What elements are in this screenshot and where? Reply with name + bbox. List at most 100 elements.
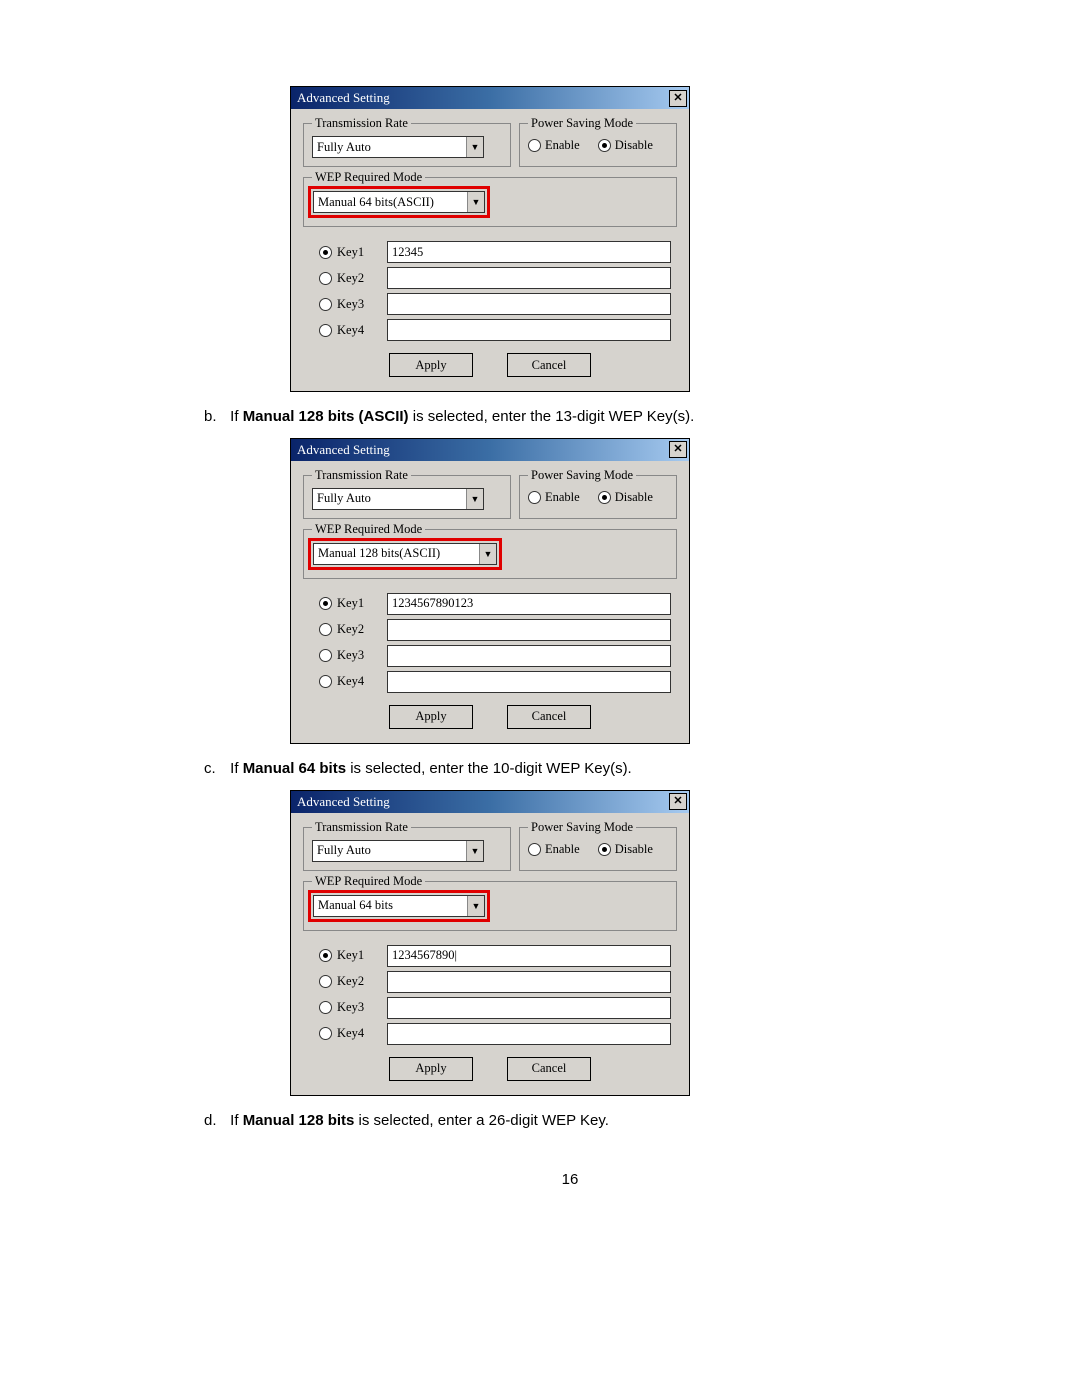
wep-keys: Key11234567890| Key2 Key3 Key4 [303, 945, 677, 1045]
cancel-button[interactable]: Cancel [507, 705, 591, 729]
key4-radio[interactable] [319, 324, 332, 337]
chevron-down-icon: ▼ [466, 489, 483, 509]
cancel-button[interactable]: Cancel [507, 1057, 591, 1081]
key1-radio[interactable] [319, 949, 332, 962]
wep-keys: Key112345 Key2 Key3 Key4 [303, 241, 677, 341]
dialog-window: Advanced Setting ✕ Transmission Rate Ful… [290, 438, 690, 744]
dialog-body: Transmission Rate Fully Auto ▼ Power Sav… [291, 813, 689, 1095]
advanced-setting-dialog-128-ascii: Advanced Setting ✕ Transmission Rate Ful… [290, 438, 960, 744]
highlight-box: Manual 64 bits(ASCII) ▼ [308, 186, 490, 218]
chevron-down-icon: ▼ [466, 137, 483, 157]
close-icon[interactable]: ✕ [669, 90, 687, 107]
chevron-down-icon: ▼ [479, 544, 496, 564]
chevron-down-icon: ▼ [467, 192, 484, 212]
advanced-setting-dialog-64-ascii: Advanced Setting ✕ Transmission Rate Ful… [290, 86, 960, 392]
transmission-rate-group: Transmission Rate Fully Auto ▼ [303, 123, 511, 167]
wep-mode-value: Manual 128 bits(ASCII) [314, 544, 479, 564]
power-saving-group: Power Saving Mode Enable Disable [519, 123, 677, 167]
wep-required-mode-label: WEP Required Mode [312, 874, 425, 889]
power-disable-radio[interactable]: Disable [598, 138, 653, 153]
power-enable-radio[interactable]: Enable [528, 842, 580, 857]
wep-required-mode-label: WEP Required Mode [312, 522, 425, 537]
dialog-body: Transmission Rate Fully Auto ▼ Power Sav… [291, 109, 689, 391]
titlebar: Advanced Setting ✕ [291, 791, 689, 813]
transmission-rate-label: Transmission Rate [312, 820, 411, 835]
key4-radio[interactable] [319, 1027, 332, 1040]
transmission-rate-value: Fully Auto [313, 137, 466, 157]
cancel-button[interactable]: Cancel [507, 353, 591, 377]
wep-required-mode-group: WEP Required Mode Manual 64 bits ▼ [303, 881, 677, 931]
page-number: 16 [180, 1171, 960, 1188]
power-disable-radio[interactable]: Disable [598, 842, 653, 857]
power-saving-label: Power Saving Mode [528, 116, 636, 131]
transmission-rate-select[interactable]: Fully Auto ▼ [312, 488, 484, 510]
key3-input[interactable] [387, 997, 671, 1019]
key3-radio[interactable] [319, 298, 332, 311]
transmission-rate-select[interactable]: Fully Auto ▼ [312, 840, 484, 862]
instruction-b: b. If Manual 128 bits (ASCII) is selecte… [204, 406, 960, 428]
highlight-box: Manual 128 bits(ASCII) ▼ [308, 538, 502, 570]
power-enable-radio[interactable]: Enable [528, 490, 580, 505]
key1-radio[interactable] [319, 246, 332, 259]
transmission-rate-label: Transmission Rate [312, 468, 411, 483]
power-saving-label: Power Saving Mode [528, 820, 636, 835]
window-title: Advanced Setting [297, 90, 669, 106]
dialog-window: Advanced Setting ✕ Transmission Rate Ful… [290, 790, 690, 1096]
key2-input[interactable] [387, 267, 671, 289]
manual-page: Advanced Setting ✕ Transmission Rate Ful… [0, 0, 1080, 1228]
instruction-d: d. If Manual 128 bits is selected, enter… [204, 1110, 960, 1132]
apply-button[interactable]: Apply [389, 705, 473, 729]
power-enable-radio[interactable]: Enable [528, 138, 580, 153]
key3-input[interactable] [387, 293, 671, 315]
dialog-window: Advanced Setting ✕ Transmission Rate Ful… [290, 86, 690, 392]
highlight-box: Manual 64 bits ▼ [308, 890, 490, 922]
key2-input[interactable] [387, 971, 671, 993]
chevron-down-icon: ▼ [466, 841, 483, 861]
key3-radio[interactable] [319, 1001, 332, 1014]
key4-input[interactable] [387, 671, 671, 693]
key1-input[interactable]: 1234567890| [387, 945, 671, 967]
key1-input[interactable]: 12345 [387, 241, 671, 263]
titlebar: Advanced Setting ✕ [291, 439, 689, 461]
wep-required-mode-group: WEP Required Mode Manual 64 bits(ASCII) … [303, 177, 677, 227]
key4-input[interactable] [387, 319, 671, 341]
key1-input[interactable]: 1234567890123 [387, 593, 671, 615]
transmission-rate-select[interactable]: Fully Auto ▼ [312, 136, 484, 158]
apply-button[interactable]: Apply [389, 1057, 473, 1081]
key1-radio[interactable] [319, 597, 332, 610]
transmission-rate-value: Fully Auto [313, 841, 466, 861]
transmission-rate-value: Fully Auto [313, 489, 466, 509]
key2-radio[interactable] [319, 623, 332, 636]
close-icon[interactable]: ✕ [669, 441, 687, 458]
advanced-setting-dialog-64-hex: Advanced Setting ✕ Transmission Rate Ful… [290, 790, 960, 1096]
key2-radio[interactable] [319, 272, 332, 285]
chevron-down-icon: ▼ [467, 896, 484, 916]
key4-radio[interactable] [319, 675, 332, 688]
power-saving-label: Power Saving Mode [528, 468, 636, 483]
wep-mode-select[interactable]: Manual 128 bits(ASCII) ▼ [313, 543, 497, 565]
key3-radio[interactable] [319, 649, 332, 662]
wep-mode-value: Manual 64 bits [314, 896, 467, 916]
power-saving-group: Power Saving Mode Enable Disable [519, 475, 677, 519]
close-icon[interactable]: ✕ [669, 793, 687, 810]
wep-keys: Key11234567890123 Key2 Key3 Key4 [303, 593, 677, 693]
window-title: Advanced Setting [297, 442, 669, 458]
wep-mode-select[interactable]: Manual 64 bits ▼ [313, 895, 485, 917]
key2-radio[interactable] [319, 975, 332, 988]
power-saving-group: Power Saving Mode Enable Disable [519, 827, 677, 871]
wep-mode-value: Manual 64 bits(ASCII) [314, 192, 467, 212]
apply-button[interactable]: Apply [389, 353, 473, 377]
key3-input[interactable] [387, 645, 671, 667]
titlebar: Advanced Setting ✕ [291, 87, 689, 109]
key4-input[interactable] [387, 1023, 671, 1045]
key2-input[interactable] [387, 619, 671, 641]
wep-required-mode-label: WEP Required Mode [312, 170, 425, 185]
transmission-rate-label: Transmission Rate [312, 116, 411, 131]
instruction-c: c. If Manual 64 bits is selected, enter … [204, 758, 960, 780]
power-disable-radio[interactable]: Disable [598, 490, 653, 505]
wep-required-mode-group: WEP Required Mode Manual 128 bits(ASCII)… [303, 529, 677, 579]
dialog-body: Transmission Rate Fully Auto ▼ Power Sav… [291, 461, 689, 743]
transmission-rate-group: Transmission Rate Fully Auto ▼ [303, 827, 511, 871]
window-title: Advanced Setting [297, 794, 669, 810]
wep-mode-select[interactable]: Manual 64 bits(ASCII) ▼ [313, 191, 485, 213]
